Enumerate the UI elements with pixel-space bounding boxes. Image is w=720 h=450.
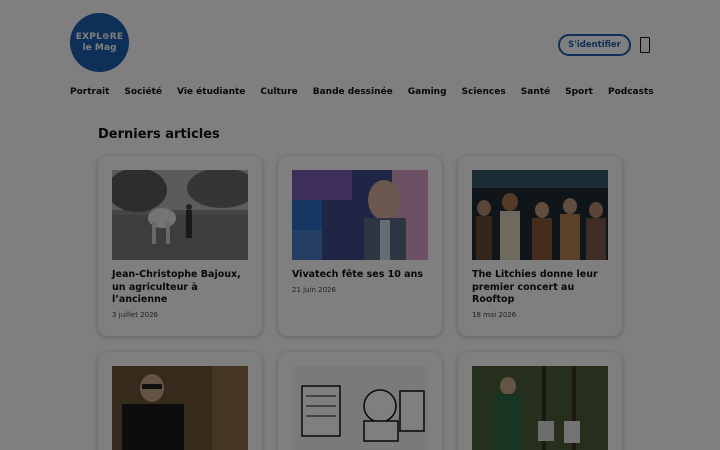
article-image[interactable] <box>472 170 608 260</box>
article-date: 3 juillet 2026 <box>112 311 158 319</box>
nav-item-podcasts[interactable]: Podcasts <box>608 87 654 99</box>
menu-icon[interactable] <box>640 37 650 53</box>
main-nav: Portrait Société Vie étudiante Culture B… <box>70 87 669 99</box>
article-title[interactable]: Vivatech fête ses 10 ans <box>292 269 428 282</box>
article-title[interactable]: Jean-Christophe Bajoux, un agriculteur à… <box>112 269 248 307</box>
logo-line2: le Mag <box>82 42 117 53</box>
login-button[interactable]: S'identifier <box>558 34 631 56</box>
article-card[interactable]: The Litchies donne leur premier concert … <box>458 156 622 336</box>
site-logo[interactable]: EXPL⊕RE le Mag <box>70 13 129 72</box>
nav-item-culture[interactable]: Culture <box>260 87 297 99</box>
nav-item-sciences[interactable]: Sciences <box>462 87 506 99</box>
page: EXPL⊕RE le Mag S'identifier Portrait Soc… <box>0 0 720 450</box>
article-image[interactable] <box>292 170 428 260</box>
article-title[interactable]: The Litchies donne leur premier concert … <box>472 269 608 307</box>
article-card[interactable]: Vivatech fête ses 10 ans 21 juin 2026 <box>278 156 442 336</box>
logo-line1: EXPL⊕RE <box>75 31 124 42</box>
article-date: 18 mai 2026 <box>472 311 517 319</box>
article-date: 21 juin 2026 <box>292 286 336 294</box>
article-card[interactable] <box>98 352 262 450</box>
nav-item-societe[interactable]: Société <box>124 87 162 99</box>
article-card[interactable] <box>458 352 622 450</box>
nav-item-sante[interactable]: Santé <box>521 87 550 99</box>
section-title: Derniers articles <box>98 127 220 142</box>
nav-item-vie-etudiante[interactable]: Vie étudiante <box>177 87 245 99</box>
nav-item-bande-dessinee[interactable]: Bande dessinée <box>313 87 393 99</box>
article-image[interactable] <box>112 170 248 260</box>
nav-item-portrait[interactable]: Portrait <box>70 87 109 99</box>
article-image[interactable] <box>472 366 608 450</box>
nav-item-sport[interactable]: Sport <box>565 87 593 99</box>
nav-item-gaming[interactable]: Gaming <box>408 87 447 99</box>
article-card[interactable]: Jean-Christophe Bajoux, un agriculteur à… <box>98 156 262 336</box>
article-image[interactable] <box>112 366 248 450</box>
article-card[interactable] <box>278 352 442 450</box>
article-image[interactable] <box>292 366 428 450</box>
